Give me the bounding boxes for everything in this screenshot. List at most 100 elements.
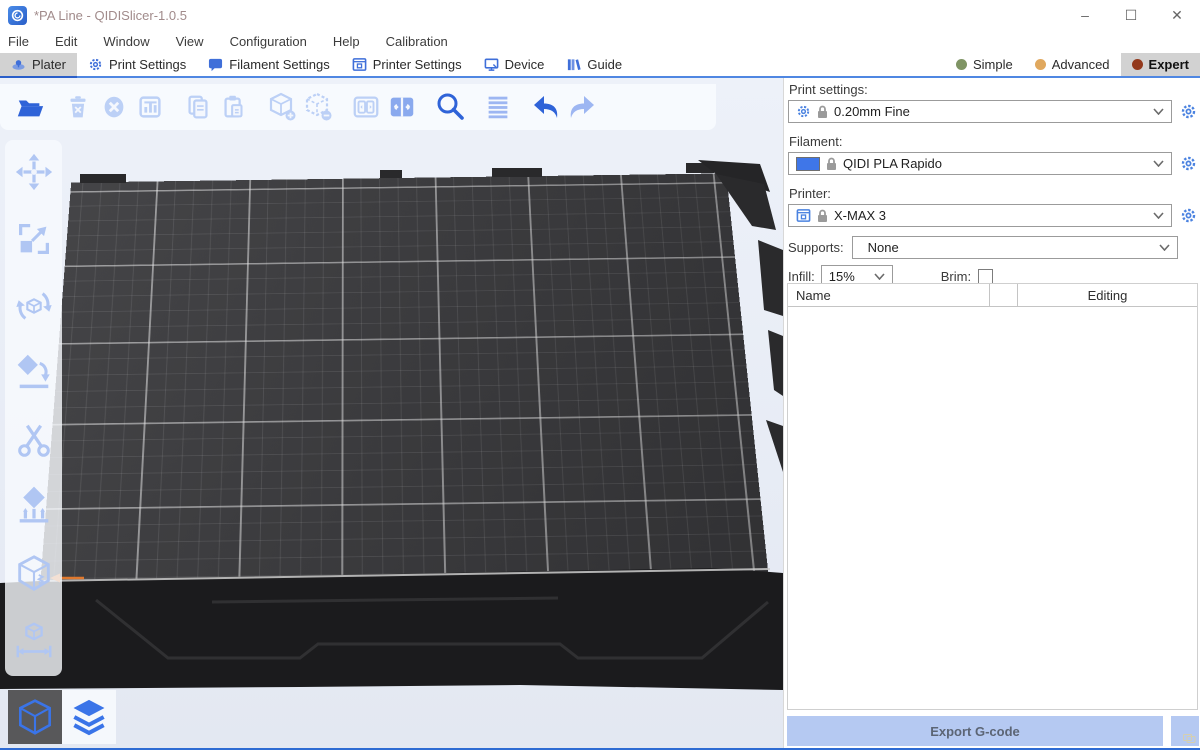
printer-value: X-MAX 3: [834, 208, 886, 223]
column-name[interactable]: Name: [788, 284, 990, 306]
filament-gear-button[interactable]: [1179, 155, 1197, 173]
close-button[interactable]: ✕: [1154, 1, 1200, 29]
gear-icon: [88, 57, 103, 72]
tab-bar: Plater Print Settings Filament Settings …: [0, 53, 1200, 78]
chevron-down-icon: [1153, 160, 1164, 167]
tab-plater[interactable]: Plater: [0, 53, 77, 76]
search-icon[interactable]: [432, 88, 468, 126]
paint-supports-icon[interactable]: [12, 485, 56, 529]
variable-layer-height-icon[interactable]: [480, 88, 516, 126]
print-settings-value: 0.20mm Fine: [834, 104, 910, 119]
tab-device[interactable]: Device: [473, 53, 556, 76]
export-gcode-button[interactable]: Export G-code: [787, 716, 1163, 746]
monitor-icon: [484, 57, 499, 72]
place-on-face-icon[interactable]: [12, 351, 56, 395]
print-settings-combo[interactable]: 0.20mm Fine: [788, 100, 1172, 123]
paste-icon[interactable]: [216, 88, 252, 126]
menu-configuration[interactable]: Configuration: [230, 32, 319, 51]
maximize-button[interactable]: ☐: [1108, 1, 1154, 29]
filament-icon: [208, 57, 223, 72]
lock-icon: [817, 105, 828, 119]
seam-painting-icon[interactable]: [12, 552, 56, 596]
export-extra-icon: [1183, 734, 1196, 743]
rotate-icon[interactable]: [12, 284, 56, 328]
undo-icon[interactable]: [528, 88, 564, 126]
cut-icon[interactable]: [12, 418, 56, 462]
editor-3d-icon[interactable]: [8, 690, 62, 744]
expert-dot-icon: [1132, 59, 1143, 70]
advanced-dot-icon: [1035, 59, 1046, 70]
menu-edit[interactable]: Edit: [55, 32, 89, 51]
split-parts-icon[interactable]: [384, 88, 420, 126]
print-settings-label: Print settings:: [789, 82, 1198, 97]
infill-label: Infill:: [788, 269, 815, 284]
printer-combo[interactable]: X-MAX 3: [788, 204, 1172, 227]
remove-instance-icon[interactable]: [300, 88, 336, 126]
supports-label: Supports:: [788, 240, 844, 255]
redo-icon[interactable]: [564, 88, 600, 126]
gear-icon: [796, 104, 811, 119]
printer-icon: [796, 208, 811, 223]
window-title: *PA Line - QIDISlicer-1.0.5: [34, 8, 187, 23]
column-mid[interactable]: [990, 284, 1018, 306]
open-folder-icon[interactable]: [12, 88, 48, 126]
menu-window[interactable]: Window: [103, 32, 161, 51]
chevron-down-icon: [1159, 244, 1170, 251]
filament-color-swatch: [796, 157, 820, 171]
infill-value: 15%: [829, 269, 855, 284]
move-icon[interactable]: [12, 150, 56, 194]
add-instance-icon[interactable]: [264, 88, 300, 126]
app-logo-icon: [8, 6, 27, 25]
delete-all-icon[interactable]: [96, 88, 132, 126]
view-switch: [8, 690, 116, 744]
brim-label: Brim:: [941, 269, 971, 284]
arrange-icon[interactable]: [132, 88, 168, 126]
top-toolbar: [0, 84, 716, 130]
minimize-button[interactable]: –: [1062, 1, 1108, 29]
delete-icon[interactable]: [60, 88, 96, 126]
column-editing[interactable]: Editing: [1018, 284, 1197, 306]
mode-expert[interactable]: Expert: [1121, 53, 1200, 76]
split-objects-icon[interactable]: [348, 88, 384, 126]
preview-layers-icon[interactable]: [62, 690, 116, 744]
menu-file[interactable]: File: [8, 32, 41, 51]
menu-calibration[interactable]: Calibration: [386, 32, 460, 51]
object-list-header: Name Editing: [788, 284, 1197, 307]
plater-icon: [11, 57, 26, 72]
printer-label: Printer:: [789, 186, 1198, 201]
menu-bar: File Edit Window View Configuration Help…: [0, 30, 1200, 53]
lock-icon: [826, 157, 837, 171]
export-options-button[interactable]: [1171, 716, 1199, 746]
print-bed: [40, 173, 768, 583]
mode-simple[interactable]: Simple: [945, 53, 1024, 76]
brim-checkbox[interactable]: [978, 269, 993, 284]
chevron-down-icon: [1153, 212, 1164, 219]
measure-icon[interactable]: [12, 619, 56, 663]
tab-guide[interactable]: Guide: [555, 53, 633, 76]
printer-icon: [352, 57, 367, 72]
title-bar: *PA Line - QIDISlicer-1.0.5 – ☐ ✕: [0, 0, 1200, 30]
object-list[interactable]: Name Editing: [787, 283, 1198, 710]
filament-label: Filament:: [789, 134, 1198, 149]
left-toolbar: [5, 140, 62, 676]
supports-combo[interactable]: None: [852, 236, 1178, 259]
filament-value: QIDI PLA Rapido: [843, 156, 942, 171]
scale-icon[interactable]: [12, 217, 56, 261]
menu-help[interactable]: Help: [333, 32, 372, 51]
chevron-down-icon: [874, 273, 885, 280]
tab-filament-settings[interactable]: Filament Settings: [197, 53, 340, 76]
copy-icon[interactable]: [180, 88, 216, 126]
settings-sidebar: Print settings: 0.20mm Fine Filament: QI…: [783, 78, 1200, 748]
tab-print-settings[interactable]: Print Settings: [77, 53, 197, 76]
3d-viewport[interactable]: [0, 78, 783, 748]
filament-combo[interactable]: QIDI PLA Rapido: [788, 152, 1172, 175]
mode-advanced[interactable]: Advanced: [1024, 53, 1121, 76]
menu-view[interactable]: View: [176, 32, 216, 51]
books-icon: [566, 57, 581, 72]
supports-value: None: [860, 240, 899, 255]
simple-dot-icon: [956, 59, 967, 70]
printer-gear-button[interactable]: [1179, 207, 1197, 225]
tab-printer-settings[interactable]: Printer Settings: [341, 53, 473, 76]
print-settings-gear-button[interactable]: [1179, 103, 1197, 121]
chevron-down-icon: [1153, 108, 1164, 115]
